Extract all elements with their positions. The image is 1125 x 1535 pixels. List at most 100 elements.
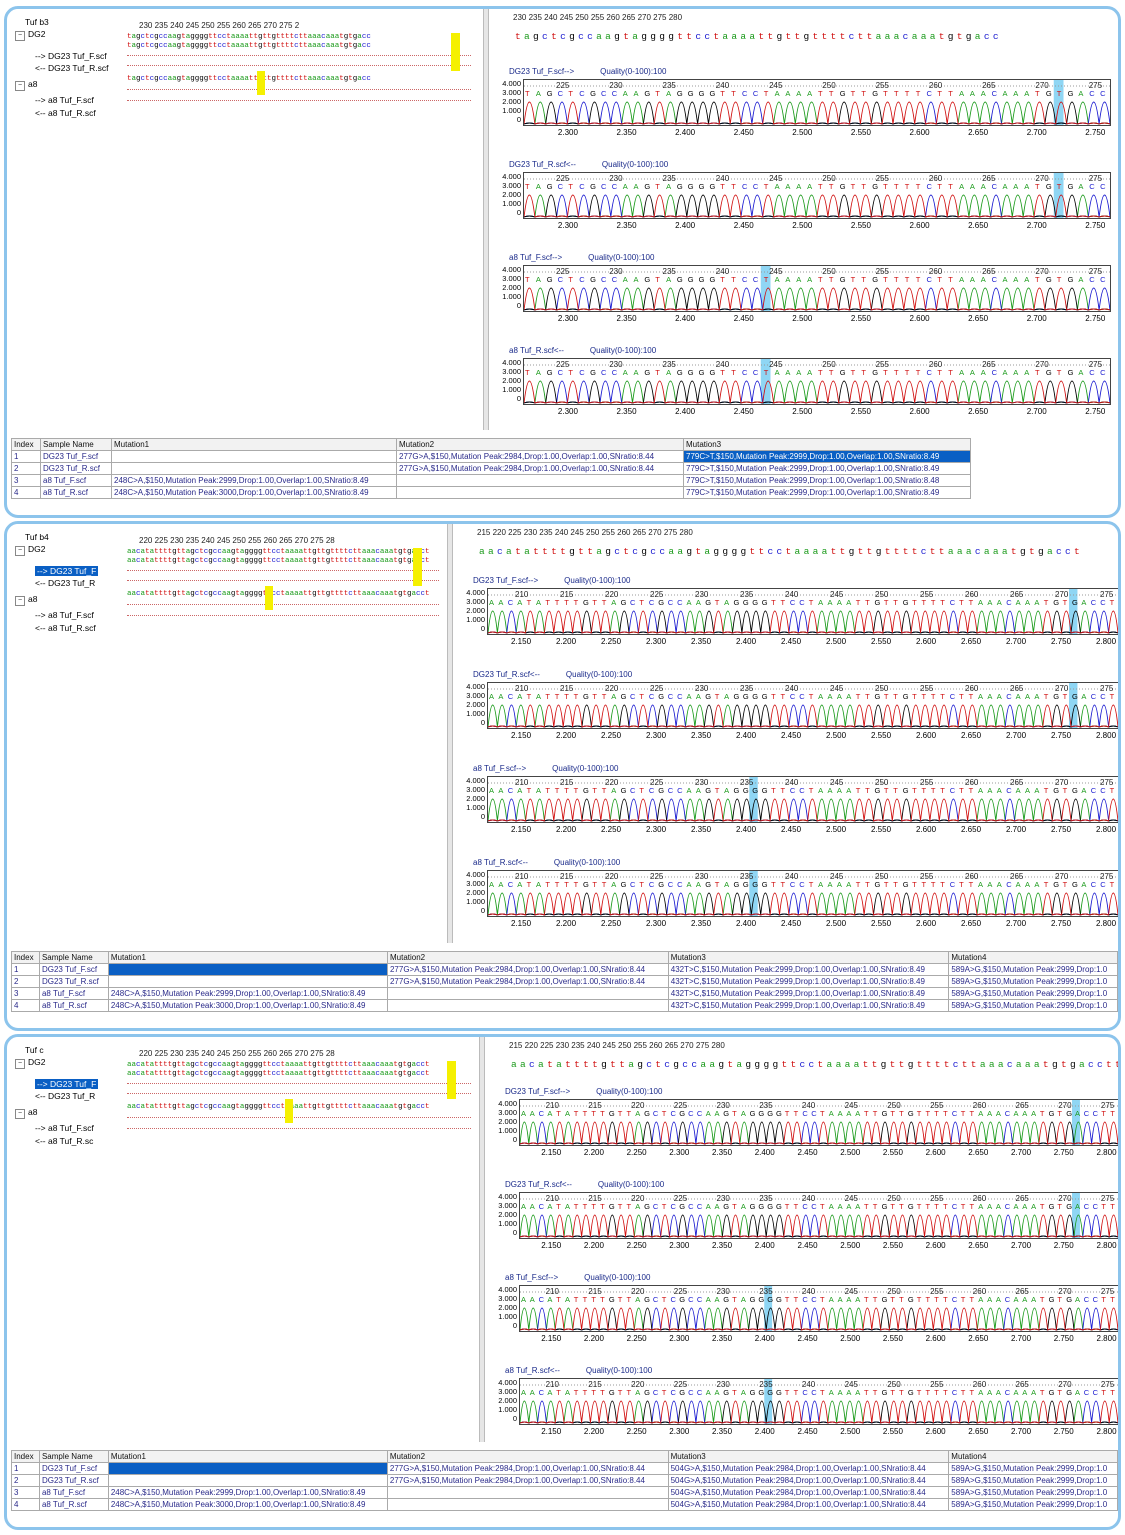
table-cell[interactable]: a8 Tuf_R.scf (38, 1498, 109, 1511)
table-cell[interactable]: 589A>G,$150,Mutation Peak:2999,Drop:1.0 (948, 1498, 1118, 1511)
table-cell[interactable] (107, 1474, 388, 1487)
tree-item-dg23-f[interactable]: --> DG23 Tuf_F (35, 566, 99, 576)
table-cell[interactable]: 779C>T,$150,Mutation Peak:2999,Drop:1.00… (683, 462, 971, 475)
minus-box-icon[interactable]: − (15, 546, 25, 556)
tree-item-a8-r[interactable]: <-- a8 Tuf_R.scf (35, 623, 96, 633)
tree-node-dg2[interactable]: − DG2 (15, 29, 45, 41)
table-cell[interactable]: 277G>A,$150,Mutation Peak:2984,Drop:1.00… (386, 975, 669, 988)
table-row[interactable]: 4 a8 Tuf_R.scf 248C>A,$150,Mutation Peak:3… (11, 1498, 1118, 1511)
table-cell[interactable] (386, 999, 669, 1012)
table-cell[interactable]: 277G>A,$150,Mutation Peak:2984,Drop:1.00… (396, 462, 684, 475)
table-cell[interactable]: 432T>C,$150,Mutation Peak:2999,Drop:1.00… (667, 975, 950, 988)
table-row[interactable]: 2 DG23 Tuf_R.scf 277G>A,$150,Mutation Peak… (11, 462, 971, 475)
column-header-3[interactable]: Mutation2 (386, 1450, 669, 1463)
tree-node-dg2[interactable]: − DG2 (15, 1057, 45, 1069)
table-cell[interactable]: DG23 Tuf_F.scf (38, 1462, 109, 1475)
table-cell[interactable]: a8 Tuf_F.scf (38, 1486, 109, 1499)
column-header-3[interactable]: Mutation2 (386, 951, 669, 964)
minus-box-icon[interactable]: − (15, 1059, 25, 1069)
table-cell[interactable]: 589A>G,$150,Mutation Peak:2999,Drop:1.0 (948, 987, 1118, 1000)
table-cell[interactable]: 2 (11, 975, 40, 988)
tree-item-a8-r[interactable]: <-- a8 Tuf_R.scf (35, 108, 96, 118)
column-header-0[interactable]: Index (11, 1450, 40, 1463)
table-cell[interactable]: 1 (11, 450, 41, 463)
table-cell[interactable] (396, 474, 684, 487)
table-cell[interactable]: 779C>T,$150,Mutation Peak:2999,Drop:1.00… (683, 450, 971, 463)
table-cell[interactable]: 1 (11, 963, 40, 976)
table-cell[interactable]: 504G>A,$150,Mutation Peak:2984,Drop:1.00… (667, 1498, 950, 1511)
table-cell[interactable]: 1 (11, 1462, 40, 1475)
table-cell[interactable]: a8 Tuf_F.scf (40, 474, 112, 487)
table-cell[interactable]: 248C>A,$150,Mutation Peak:3000,Drop:1.00… (107, 999, 388, 1012)
table-cell[interactable]: 4 (11, 486, 41, 499)
tree-item-dg23-r[interactable]: <-- DG23 Tuf_R (35, 578, 95, 588)
pane-splitter[interactable] (479, 1037, 485, 1442)
minus-box-icon[interactable]: − (15, 31, 25, 41)
table-row[interactable]: 1 DG23 Tuf_F.scf 277G>A,$150,Mutation Peak… (11, 450, 971, 463)
minus-box-icon[interactable]: − (15, 596, 25, 606)
column-header-5[interactable]: Mutation4 (948, 951, 1118, 964)
table-row[interactable]: 4 a8 Tuf_R.scf 248C>A,$150,Mutation Peak:3… (11, 486, 971, 499)
table-cell[interactable]: 589A>G,$150,Mutation Peak:2999,Drop:1.0 (948, 1474, 1118, 1487)
table-cell[interactable] (107, 975, 388, 988)
table-cell[interactable]: a8 Tuf_R.scf (38, 999, 109, 1012)
column-header-0[interactable]: Index (11, 951, 40, 964)
table-cell[interactable]: DG23 Tuf_F.scf (38, 963, 109, 976)
table-cell[interactable]: 504G>A,$150,Mutation Peak:2984,Drop:1.00… (667, 1474, 950, 1487)
tree-item-dg23-r[interactable]: <-- DG23 Tuf_R (35, 1091, 95, 1101)
tree-node-a8[interactable]: − a8 (15, 79, 37, 91)
tree-item-a8-f[interactable]: --> a8 Tuf_F.scf (35, 95, 94, 105)
table-row[interactable]: 3 a8 Tuf_F.scf 248C>A,$150,Mutation Peak:2… (11, 474, 971, 487)
table-cell[interactable]: 2 (11, 462, 41, 475)
table-row[interactable]: 3 a8 Tuf_F.scf 248C>A,$150,Mutation Peak:2… (11, 1486, 1118, 1499)
column-header-2[interactable]: Mutation1 (111, 438, 397, 451)
table-cell[interactable]: 589A>G,$150,Mutation Peak:2999,Drop:1.0 (948, 975, 1118, 988)
table-cell[interactable]: 779C>T,$150,Mutation Peak:2999,Drop:1.00… (683, 474, 971, 487)
table-cell[interactable]: 589A>G,$150,Mutation Peak:2999,Drop:1.0 (948, 999, 1118, 1012)
table-cell[interactable]: 248C>A,$150,Mutation Peak:3000,Drop:1.00… (111, 486, 397, 499)
column-header-4[interactable]: Mutation3 (667, 1450, 950, 1463)
column-header-1[interactable]: Sample Name (38, 1450, 109, 1463)
column-header-0[interactable]: Index (11, 438, 41, 451)
minus-box-icon[interactable]: − (15, 81, 25, 91)
table-cell[interactable]: DG23 Tuf_R.scf (40, 462, 112, 475)
table-cell[interactable]: 589A>G,$150,Mutation Peak:2999,Drop:1.0 (948, 1486, 1118, 1499)
table-cell[interactable]: 3 (11, 474, 41, 487)
table-row[interactable]: 2 DG23 Tuf_R.scf 277G>A,$150,Mutation Peak… (11, 975, 1118, 988)
column-header-2[interactable]: Mutation1 (107, 1450, 388, 1463)
table-cell[interactable] (386, 1486, 669, 1499)
table-row[interactable]: 1 DG23 Tuf_F.scf 277G>A,$150,Mutation Peak… (11, 963, 1118, 976)
minus-box-icon[interactable]: − (15, 1109, 25, 1119)
column-header-3[interactable]: Mutation2 (396, 438, 684, 451)
table-cell[interactable] (111, 462, 397, 475)
table-cell[interactable]: 277G>A,$150,Mutation Peak:2984,Drop:1.00… (386, 1474, 669, 1487)
table-cell[interactable]: DG23 Tuf_F.scf (40, 450, 112, 463)
table-cell[interactable] (107, 963, 388, 976)
column-header-5[interactable]: Mutation4 (948, 1450, 1118, 1463)
table-cell[interactable]: 248C>A,$150,Mutation Peak:2999,Drop:1.00… (107, 1486, 388, 1499)
table-cell[interactable]: 504G>A,$150,Mutation Peak:2984,Drop:1.00… (667, 1462, 950, 1475)
table-row[interactable]: 4 a8 Tuf_R.scf 248C>A,$150,Mutation Peak:3… (11, 999, 1118, 1012)
table-cell[interactable]: 432T>C,$150,Mutation Peak:2999,Drop:1.00… (667, 963, 950, 976)
tree-node-dg2[interactable]: − DG2 (15, 544, 45, 556)
table-cell[interactable]: 779C>T,$150,Mutation Peak:2999,Drop:1.00… (683, 486, 971, 499)
table-cell[interactable] (396, 486, 684, 499)
tree-node-a8[interactable]: − a8 (15, 1107, 37, 1119)
table-cell[interactable]: a8 Tuf_F.scf (38, 987, 109, 1000)
tree-item-dg23-r[interactable]: <-- DG23 Tuf_R.scf (35, 63, 108, 73)
table-cell[interactable]: 4 (11, 999, 40, 1012)
table-cell[interactable] (386, 987, 669, 1000)
table-cell[interactable] (111, 450, 397, 463)
table-cell[interactable]: 248C>A,$150,Mutation Peak:3000,Drop:1.00… (107, 1498, 388, 1511)
table-cell[interactable]: 3 (11, 1486, 40, 1499)
table-cell[interactable]: 3 (11, 987, 40, 1000)
table-cell[interactable]: 589A>G,$150,Mutation Peak:2999,Drop:1.0 (948, 1462, 1118, 1475)
column-header-4[interactable]: Mutation3 (683, 438, 971, 451)
tree-item-a8-f[interactable]: --> a8 Tuf_F.scf (35, 610, 94, 620)
table-cell[interactable]: 432T>C,$150,Mutation Peak:2999,Drop:1.00… (667, 999, 950, 1012)
table-cell[interactable]: 248C>A,$150,Mutation Peak:2999,Drop:1.00… (111, 474, 397, 487)
tree-item-dg23-f[interactable]: --> DG23 Tuf_F.scf (35, 51, 107, 61)
pane-splitter[interactable] (447, 524, 453, 943)
tree-item-dg23-f[interactable]: --> DG23 Tuf_F (35, 1079, 99, 1089)
table-cell[interactable]: 248C>A,$150,Mutation Peak:2999,Drop:1.00… (107, 987, 388, 1000)
